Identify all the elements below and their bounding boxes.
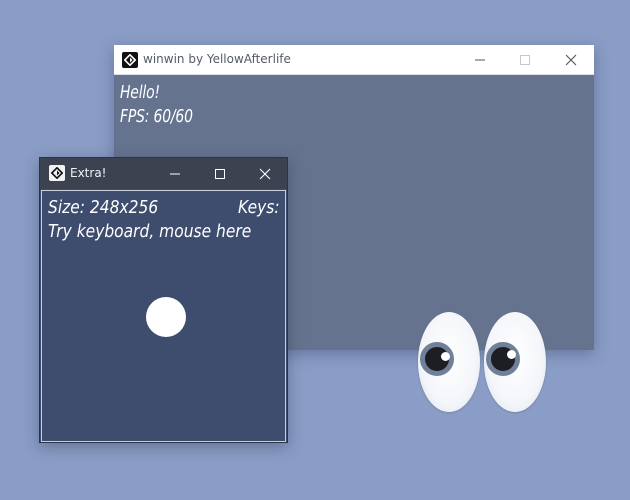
app-logo-icon: [49, 165, 65, 181]
left-eye: [418, 312, 480, 412]
close-button[interactable]: [242, 158, 288, 189]
extra-window-titlebar[interactable]: Extra!: [40, 158, 287, 189]
left-glint: [441, 352, 450, 361]
right-pupil: [486, 342, 520, 376]
extra-window: Extra! Size: 248x256 Keys: Try keyboard,…: [39, 157, 288, 443]
main-window-title: winwin by YellowAfterlife: [143, 52, 291, 66]
close-icon: [565, 54, 577, 66]
extra-window-title: Extra!: [70, 166, 107, 180]
minimize-button[interactable]: [457, 45, 503, 75]
app-logo-icon: [122, 52, 138, 68]
minimize-icon: [475, 59, 485, 61]
right-glint: [507, 350, 516, 359]
size-readout: Size: 248x256: [48, 197, 159, 218]
keys-readout: Keys:: [238, 197, 280, 218]
close-icon: [259, 168, 271, 179]
fps-counter: FPS: 60/60: [120, 106, 193, 127]
close-button[interactable]: [548, 45, 594, 75]
minimize-button[interactable]: [152, 158, 198, 189]
googly-eyes-icon: [414, 312, 550, 416]
maximize-button[interactable]: [502, 45, 548, 75]
minimize-icon: [170, 173, 180, 174]
maximize-button[interactable]: [197, 158, 243, 189]
maximize-icon: [215, 168, 225, 179]
maximize-icon: [520, 55, 530, 65]
hello-text: Hello!: [120, 82, 160, 103]
extra-window-client-area[interactable]: Size: 248x256 Keys: Try keyboard, mouse …: [41, 190, 286, 442]
mouse-cursor-dot: [146, 297, 186, 337]
main-window-titlebar[interactable]: winwin by YellowAfterlife: [114, 45, 594, 75]
right-eye: [484, 312, 546, 412]
hint-text: Try keyboard, mouse here: [48, 221, 252, 242]
left-pupil: [420, 342, 454, 376]
